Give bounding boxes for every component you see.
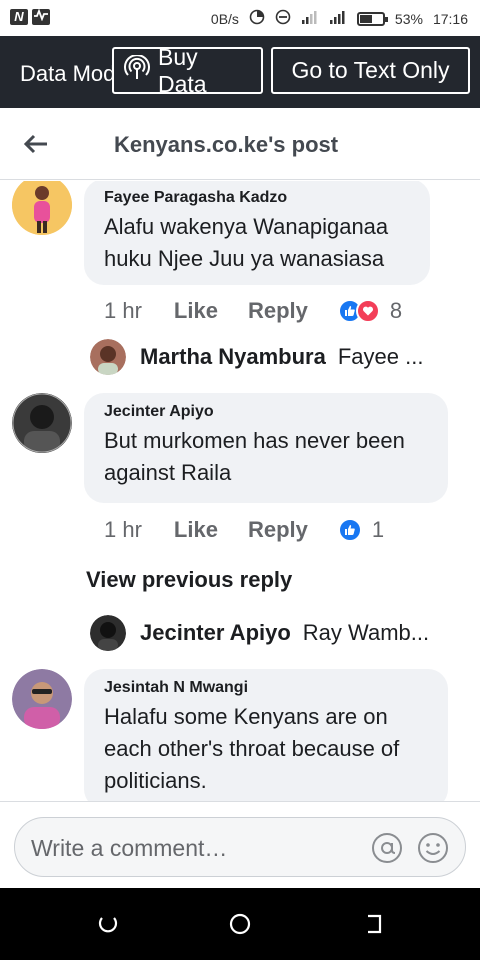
avatar[interactable] [12, 181, 72, 235]
reactions[interactable]: 8 [337, 298, 403, 324]
buy-data-button[interactable]: Buy Data [112, 44, 263, 97]
avatar[interactable] [12, 669, 72, 729]
like-button[interactable]: Like [174, 298, 218, 324]
comment-time: 1 hr [104, 517, 142, 542]
app-notification-icon: N [10, 9, 28, 25]
reply-preview[interactable]: Martha Nyambura Fayee ... [90, 339, 423, 375]
text-only-label: Go to Text Only [291, 57, 450, 83]
back-arrow-icon[interactable] [22, 130, 50, 158]
comment-time: 1 hr [104, 298, 142, 323]
avatar[interactable] [12, 393, 72, 453]
back-icon[interactable] [362, 912, 386, 936]
text-only-button[interactable]: Go to Text Only [271, 47, 470, 94]
comment-text: Halafu some Kenyans are on each other's … [104, 701, 428, 797]
status-bar: N 0B/s 53% 17:16 [0, 0, 480, 36]
recent-apps-icon[interactable] [96, 912, 120, 936]
comment-actions: 1 hr Like Reply 8 [104, 298, 402, 324]
network-speed: 0B/s [210, 10, 239, 27]
post-header: Kenyans.co.ke's post [0, 108, 480, 180]
reply-preview-text: Ray Wamb... [302, 620, 430, 645]
love-reaction-icon [355, 299, 380, 323]
home-icon[interactable] [228, 912, 252, 936]
comment-text-line: politicians. [104, 768, 207, 793]
reply-button[interactable]: Reply [248, 517, 308, 543]
comment-text: Alafu wakenya Wanapiganaa huku Njee Juu … [104, 211, 410, 275]
do-not-disturb-icon [275, 9, 291, 28]
buy-data-label: Buy Data [158, 43, 207, 97]
battery-percent: 53% [394, 10, 423, 27]
status-right: 0B/s 53% 17:16 [211, 9, 468, 28]
data-saver-icon [249, 9, 265, 28]
comment-text-line: each other's throat because of [104, 736, 400, 761]
avatar [90, 339, 126, 375]
reaction-count: 8 [389, 298, 403, 323]
reaction-count: 1 [371, 517, 385, 542]
reply-preview[interactable]: Jecinter Apiyo Ray Wamb... [90, 615, 429, 651]
comment-list[interactable]: Fayee Paragasha Kadzo Alafu wakenya Wana… [0, 181, 480, 801]
data-mode-bar: Data Mode Buy Data Go to Text Only [0, 36, 480, 108]
comment-bubble[interactable]: Jesintah N Mwangi Halafu some Kenyans ar… [84, 669, 448, 801]
like-button[interactable]: Like [174, 517, 218, 543]
status-left-icons: N [10, 8, 50, 25]
reactions[interactable]: 1 [337, 517, 385, 543]
reply-preview-text: Fayee ... [337, 344, 424, 369]
like-reaction-icon [337, 518, 362, 542]
reply-author[interactable]: Jecinter Apiyo [140, 620, 291, 646]
system-nav-bar [0, 888, 480, 960]
battery-icon [356, 11, 388, 26]
commenter-name[interactable]: Jesintah N Mwangi [104, 679, 428, 697]
pulse-icon [32, 8, 50, 25]
comment-text-line: Alafu wakenya Wanapiganaa [104, 214, 389, 239]
emoji-icon[interactable] [417, 832, 449, 864]
comment-input[interactable]: Write a comment… [14, 817, 466, 877]
clock: 17:16 [432, 10, 468, 27]
comment-text-line: against Raila [104, 460, 232, 485]
view-previous-reply-link[interactable]: View previous reply [86, 567, 292, 593]
comment-text-line: Halafu some Kenyans are on [104, 704, 388, 729]
avatar [90, 615, 126, 651]
comment-input-placeholder: Write a comment… [31, 835, 228, 861]
comment-text-line: huku Njee Juu ya wanasiasa [104, 246, 385, 271]
signal-2-icon [329, 9, 347, 28]
comment-actions: 1 hr Like Reply 1 [104, 517, 384, 543]
commenter-name[interactable]: Fayee Paragasha Kadzo [104, 189, 410, 207]
commenter-name[interactable]: Jecinter Apiyo [104, 403, 428, 421]
mention-icon[interactable] [371, 832, 403, 864]
comment-bubble[interactable]: Jecinter Apiyo But murkomen has never be… [84, 393, 448, 503]
reply-author[interactable]: Martha Nyambura [140, 344, 326, 370]
comment-text: But murkomen has never been against Rail… [104, 425, 428, 489]
page-title: Kenyans.co.ke's post [114, 132, 339, 157]
reply-button[interactable]: Reply [248, 298, 308, 324]
comment-text-line: But murkomen has never been [104, 428, 405, 453]
comment-composer: Write a comment… [0, 801, 480, 888]
signal-1-icon [301, 9, 319, 28]
comment-bubble[interactable]: Fayee Paragasha Kadzo Alafu wakenya Wana… [84, 181, 430, 285]
broadcast-icon [124, 53, 150, 87]
